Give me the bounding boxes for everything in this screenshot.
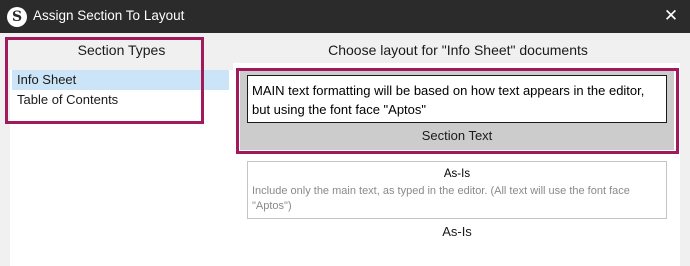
layout-name-as-is: As-Is [442,224,472,239]
window-title: Assign Section To Layout [33,8,185,23]
layout-preview-title-as-is: As-Is [443,168,471,180]
layout-name-section-text: Section Text [421,128,493,143]
layout-preview-as-is: As-Is Include only the main text, as typ… [247,161,667,219]
section-types-header: Section Types [77,42,166,58]
app-logo-icon: S [7,7,27,27]
layout-preview-desc-as-is: Include only the main text, as typed in … [252,185,630,212]
close-icon[interactable]: ✕ [662,6,680,26]
layout-chooser-header: Choose layout for "Info Sheet" documents [328,42,588,58]
layout-list-scrollbar[interactable] [680,63,690,266]
layout-option-section-text[interactable]: MAIN text formatting will be based on ho… [240,70,674,150]
section-types-list[interactable]: Info Sheet Table of Contents [10,70,233,266]
section-type-info-sheet[interactable]: Info Sheet [12,70,229,90]
layout-option-as-is[interactable]: As-Is Include only the main text, as typ… [240,158,674,244]
layout-preview-section-text: MAIN text formatting will be based on ho… [247,75,667,123]
section-type-table-of-contents[interactable]: Table of Contents [12,90,229,110]
title-bar: S Assign Section To Layout ✕ [0,0,690,33]
